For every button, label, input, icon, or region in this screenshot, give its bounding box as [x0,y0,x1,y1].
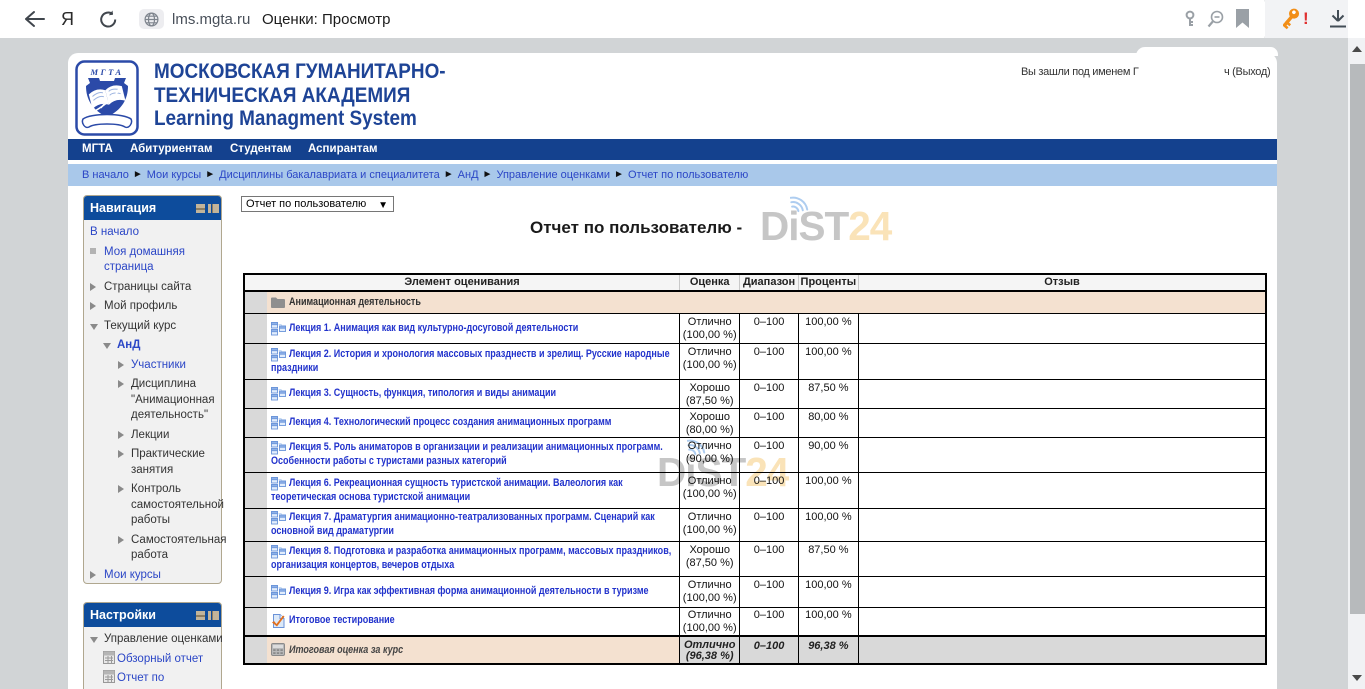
svg-text:!: ! [1303,9,1309,28]
svg-text:МГТА: МГТА [89,67,123,77]
